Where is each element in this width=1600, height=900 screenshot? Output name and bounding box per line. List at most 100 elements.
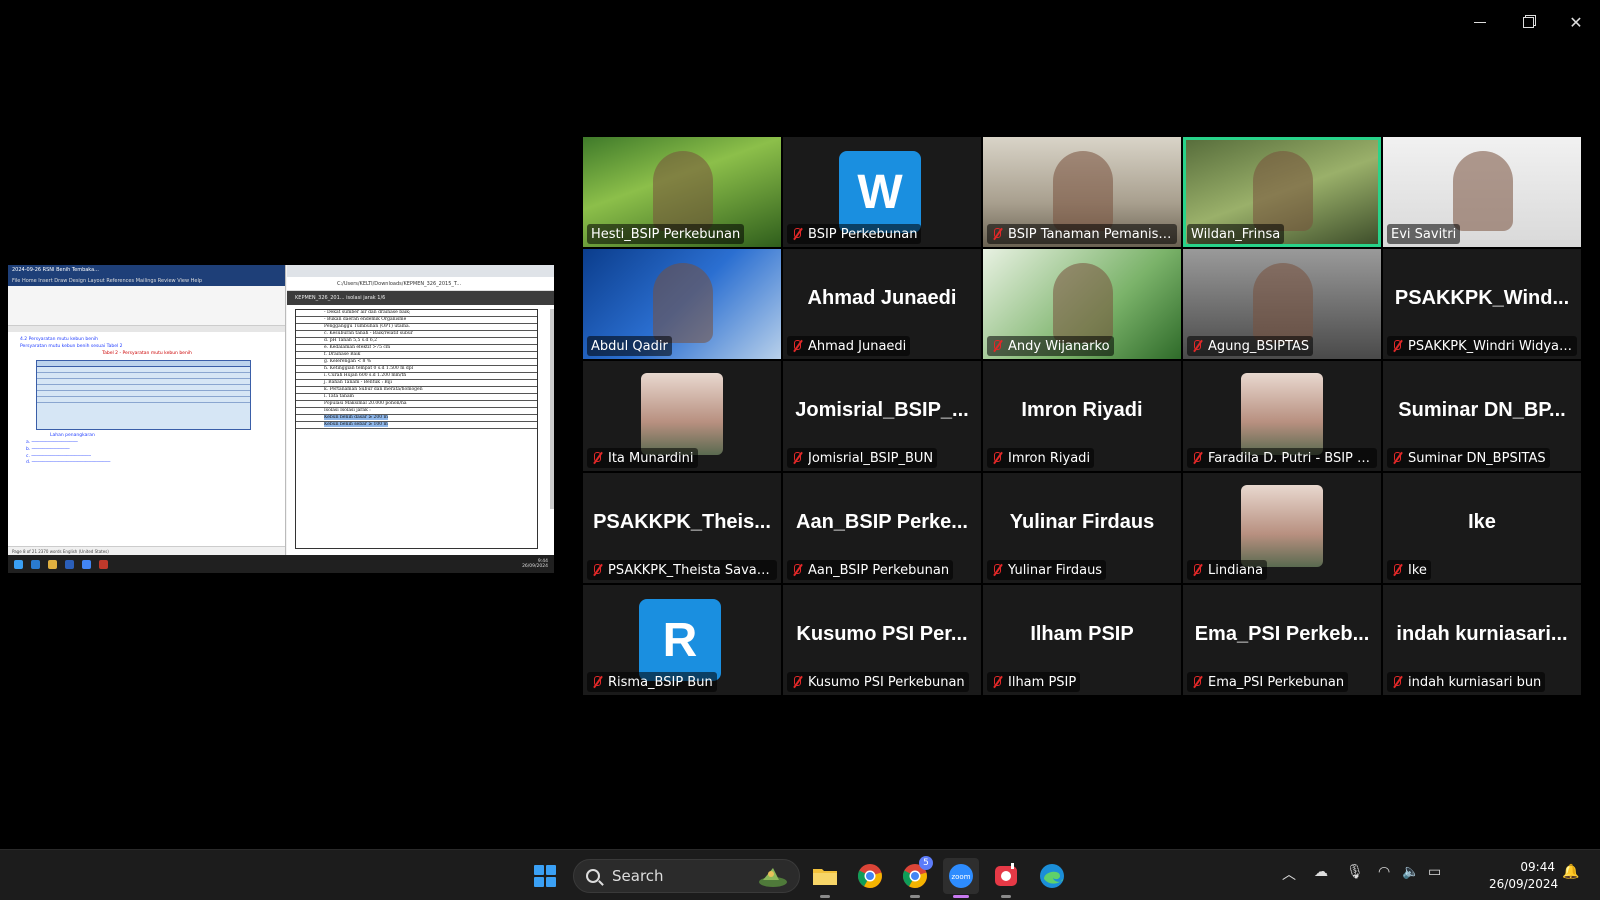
pdf-line: c. Kesuburan tanah - Baik/relatif subur [296, 331, 537, 338]
pdf-highlight-1: Kebun benih dasar ≥ 200 m [324, 415, 388, 420]
participant-tile[interactable]: PSAKKPK_Theis... PSAKKPK_Theista Savanty [583, 473, 781, 583]
taskbar-search[interactable]: Search [573, 859, 800, 893]
search-highlight-icon [759, 868, 787, 887]
word-menu: File Home Insert Draw Design Layout Refe… [8, 277, 285, 286]
participant-name: Yulinar Firdaus [1008, 562, 1103, 578]
file-explorer-button[interactable] [807, 858, 843, 898]
participant-name-label: Ilham PSIP [987, 672, 1081, 692]
participant-name-label: Evi Savitri [1387, 224, 1461, 244]
pdf-line: j. Bahan Tanam - Bentuk : Biji [296, 380, 537, 387]
participant-tile[interactable]: Ilham PSIP Ilham PSIP [983, 585, 1181, 695]
mic-muted-icon [1391, 563, 1403, 577]
restore-button[interactable] [1508, 8, 1548, 36]
participant-tile[interactable]: Evi Savitri [1383, 137, 1581, 247]
browser-tabs [287, 265, 554, 277]
shared-screen[interactable]: 2024-09-26 RSNI Benih Tembaka... File Ho… [8, 265, 554, 573]
volume-icon[interactable]: 🔈 [1402, 864, 1419, 880]
zoom-meeting-window: ✕ 2024-09-26 RSNI Benih Tembaka... File … [0, 0, 1600, 900]
avatar [1241, 485, 1323, 567]
pdf-line: h. Ketinggian tempat 0 s.d 1.500 m dpl [296, 366, 537, 373]
participant-tile[interactable]: Lindiana [1183, 473, 1381, 583]
clock-date: 26/09/2024 [1489, 877, 1559, 891]
participant-video [653, 263, 713, 343]
participant-tile[interactable]: Hesti_BSIP Perkebunan [583, 137, 781, 247]
taskbar-clock[interactable]: 09:44 26/09/2024 [1489, 859, 1559, 893]
participant-gallery: Hesti_BSIP Perkebunan W BSIP Perkebunan BSI… [583, 137, 1584, 701]
wifi-icon[interactable]: ◠ [1378, 864, 1390, 880]
participant-tile[interactable]: Aan_BSIP Perke... Aan_BSIP Perkebunan [783, 473, 981, 583]
participant-name: Kusumo PSI Perkebunan [808, 674, 965, 690]
participant-tile[interactable]: Suminar DN_BP... Suminar DN_BPSITAS [1383, 361, 1581, 471]
participant-name-label: indah kurniasari bun [1387, 672, 1546, 692]
participant-tile[interactable]: Wildan_Frinsa [1183, 137, 1381, 247]
mic-muted-icon [1391, 339, 1403, 353]
participant-name: Aan_BSIP Perkebunan [808, 562, 950, 578]
start-button[interactable] [527, 858, 563, 894]
participant-tile[interactable]: Ike Ike [1383, 473, 1581, 583]
participant-display-name: Ahmad Junaedi [807, 287, 957, 309]
participant-tile[interactable]: Ita Munardini [583, 361, 781, 471]
participant-tile[interactable]: R Risma_BSIP Bun [583, 585, 781, 695]
participant-display-name: Ilham PSIP [1030, 623, 1134, 645]
mic-muted-icon [991, 563, 1003, 577]
participant-tile[interactable]: Faradila D. Putri - BSIP TROA [1183, 361, 1381, 471]
chrome-badge: 5 [919, 856, 933, 870]
participant-display-name: Jomisrial_BSIP_... [795, 399, 969, 421]
pdf-line: l. Tata tanam [296, 394, 537, 401]
mic-muted-icon [791, 675, 803, 689]
notification-bell-icon[interactable]: 🔔 [1562, 864, 1579, 880]
participant-name: PSAKKPK_Theista Savanty [608, 562, 773, 578]
participant-tile[interactable]: Jomisrial_BSIP_... Jomisrial_BSIP_BUN [783, 361, 981, 471]
tray-overflow-icon[interactable]: ︿ [1282, 864, 1296, 884]
participant-display-name: Suminar DN_BP... [1398, 399, 1566, 421]
participant-name: Faradila D. Putri - BSIP TROA [1208, 450, 1373, 466]
participant-name: Hesti_BSIP Perkebunan [591, 226, 741, 242]
pdf-line: f. Drainase Baik [296, 352, 537, 359]
participant-tile[interactable]: BSIP Tanaman Pemanis dan ... [983, 137, 1181, 247]
windows-taskbar: Search 5 zoom ︿ ☁ 🎙 ◠ 🔈 ▭ 09:44 26/09/20… [0, 849, 1600, 900]
participant-name-label: Kusumo PSI Perkebunan [787, 672, 969, 692]
participant-tile[interactable]: PSAKKPK_Wind... PSAKKPK_Windri Widyaning.… [1383, 249, 1581, 359]
participant-name-label: Yulinar Firdaus [987, 560, 1107, 580]
participant-name: Ita Munardini [608, 450, 694, 466]
participant-video [1253, 263, 1313, 343]
mic-muted-icon [791, 227, 803, 241]
chrome-button[interactable] [852, 858, 888, 894]
participant-name-label: Faradila D. Putri - BSIP TROA [1187, 448, 1377, 468]
shared-taskbar: 9:44 26/09/2024 [8, 555, 554, 573]
minimize-button[interactable] [1460, 8, 1500, 36]
participant-tile[interactable]: Agung_BSIPTAS [1183, 249, 1381, 359]
svg-text:zoom: zoom [951, 873, 970, 881]
cloud-offline-icon[interactable]: ☁ [1314, 864, 1328, 880]
participant-tile[interactable]: indah kurniasari... indah kurniasari bun [1383, 585, 1581, 695]
close-button[interactable]: ✕ [1556, 8, 1596, 36]
minimize-icon [1474, 21, 1486, 23]
battery-icon[interactable]: ▭ [1428, 864, 1441, 880]
participant-tile[interactable]: Yulinar Firdaus Yulinar Firdaus [983, 473, 1181, 583]
participant-tile[interactable]: W BSIP Perkebunan [783, 137, 981, 247]
recorder-icon [995, 863, 1017, 886]
participant-tile[interactable]: Abdul Qadir [583, 249, 781, 359]
participant-tile[interactable]: Ema_PSI Perkeb... Ema_PSI Perkebunan [1183, 585, 1381, 695]
avatar: W [839, 151, 921, 233]
mic-muted-icon [1191, 563, 1203, 577]
mic-muted-icon [791, 563, 803, 577]
microphone-icon[interactable]: 🎙 [1346, 864, 1364, 880]
participant-display-name: indah kurniasari... [1396, 623, 1568, 645]
participant-tile[interactable]: Andy Wijanarko [983, 249, 1181, 359]
participant-name: Imron Riyadi [1008, 450, 1091, 466]
pdf-line: g. Kelerengan < 8 % [296, 359, 537, 366]
participant-tile[interactable]: Ahmad Junaedi Ahmad Junaedi [783, 249, 981, 359]
edge-button[interactable] [1034, 858, 1070, 894]
chrome-profile-button[interactable]: 5 [897, 856, 933, 898]
shared-start-icon [14, 559, 23, 569]
shared-word-icon [65, 559, 74, 569]
participant-name: BSIP Perkebunan [808, 226, 918, 242]
participant-tile[interactable]: Imron Riyadi Imron Riyadi [983, 361, 1181, 471]
pdf-document: - Dekat sumber air dan drainase baik; - B… [295, 309, 538, 549]
recorder-button[interactable] [988, 858, 1024, 898]
pdf-line: - Dekat sumber air dan drainase baik; [296, 310, 537, 317]
zoom-button[interactable]: zoom [943, 858, 979, 898]
participant-tile[interactable]: Kusumo PSI Per... Kusumo PSI Perkebunan [783, 585, 981, 695]
zoom-icon: zoom [949, 864, 973, 888]
